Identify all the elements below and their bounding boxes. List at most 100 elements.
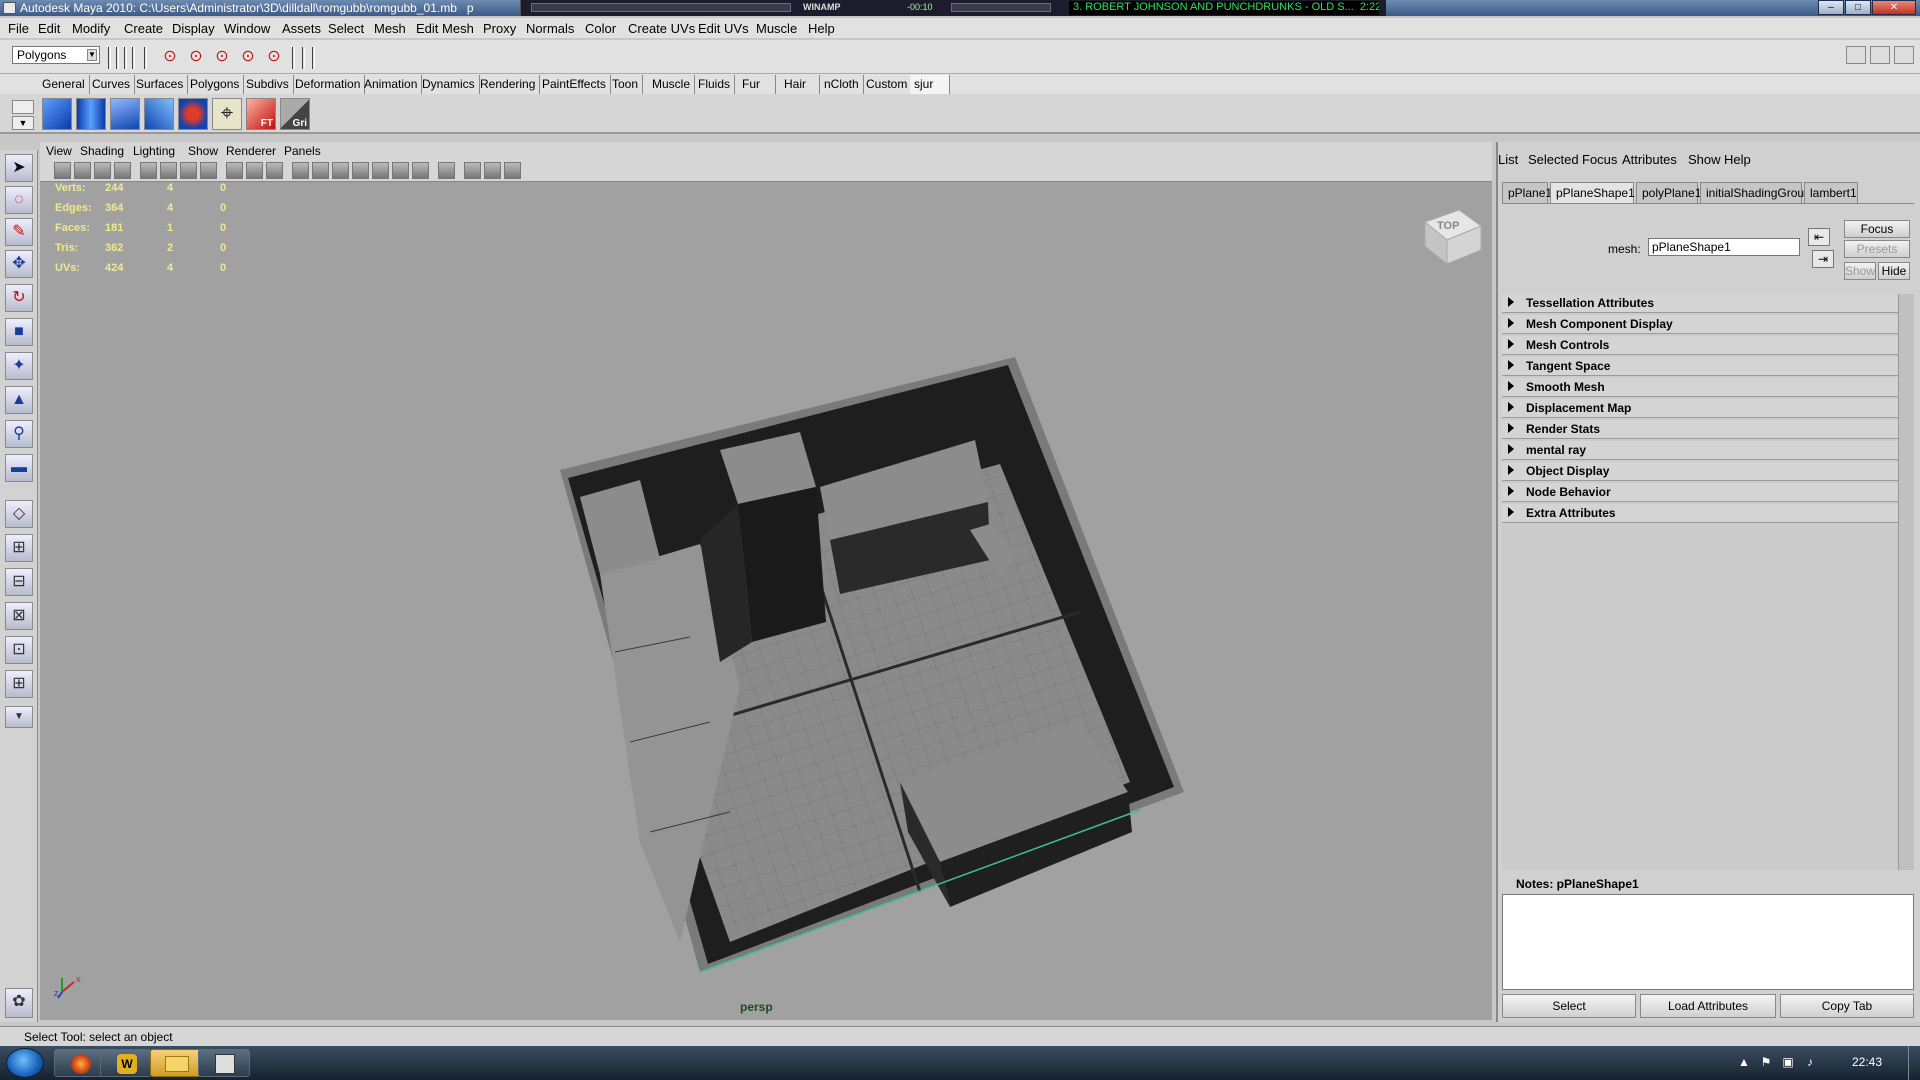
move-tool-icon[interactable]: ✥ bbox=[5, 250, 33, 278]
firefox-icon[interactable] bbox=[54, 1049, 106, 1077]
shelf-tab-toon[interactable]: Toon bbox=[608, 75, 644, 94]
menu-edit[interactable]: Edit bbox=[38, 21, 60, 36]
section-displacement-map[interactable]: Displacement Map bbox=[1502, 399, 1898, 418]
status-separator[interactable] bbox=[312, 47, 315, 69]
winamp-icon[interactable]: W bbox=[100, 1049, 152, 1077]
shelf-tab-custom[interactable]: Custom bbox=[862, 75, 913, 94]
textured-icon[interactable] bbox=[352, 162, 369, 179]
menu-mesh[interactable]: Mesh bbox=[374, 21, 406, 36]
ae-menu-help[interactable]: Help bbox=[1724, 152, 1751, 167]
rotate-tool-icon[interactable]: ↻ bbox=[5, 284, 33, 312]
copy-tab-button[interactable]: Copy Tab bbox=[1780, 994, 1914, 1018]
action-center-flag-icon[interactable]: ⚑ bbox=[1758, 1055, 1774, 1071]
single-pane-layout-icon[interactable]: ◇ bbox=[5, 500, 33, 528]
section-tangent-space[interactable]: Tangent Space bbox=[1502, 357, 1898, 376]
shelf-tab-fur[interactable]: Fur bbox=[738, 75, 776, 94]
menu-muscle[interactable]: Muscle bbox=[756, 21, 797, 36]
menu-file[interactable]: File bbox=[8, 21, 29, 36]
focus-input-icon[interactable]: ⇤ bbox=[1808, 228, 1830, 246]
shelf-menu-chevron-icon[interactable]: ▼ bbox=[12, 116, 34, 130]
viewport-menu-shading[interactable]: Shading bbox=[80, 144, 124, 158]
winamp-controls[interactable] bbox=[951, 3, 1051, 12]
use-all-lights-icon[interactable] bbox=[372, 162, 389, 179]
shelf-tab-painteffects[interactable]: PaintEffects bbox=[538, 75, 611, 94]
view-cube[interactable]: TOP bbox=[1417, 200, 1487, 273]
ae-menu-focus[interactable]: Focus bbox=[1582, 152, 1617, 167]
combine-icon[interactable] bbox=[178, 98, 208, 130]
shelf-tab-curves[interactable]: Curves bbox=[88, 75, 136, 94]
shelf-scrollbar[interactable] bbox=[1900, 98, 1912, 128]
mode-select[interactable]: Polygons ▼ bbox=[12, 46, 100, 64]
xray-joints-icon[interactable] bbox=[484, 162, 501, 179]
resolution-gate-icon[interactable] bbox=[180, 162, 197, 179]
show-manip-tool-icon[interactable]: ⚲ bbox=[5, 420, 33, 448]
film-gate-icon[interactable] bbox=[160, 162, 177, 179]
notes-textarea[interactable] bbox=[1502, 894, 1914, 990]
tab-pplane1[interactable]: pPlane1 bbox=[1502, 182, 1552, 203]
outliner-layout-icon[interactable]: ⊞ bbox=[5, 670, 33, 698]
tab-initialshadinggroup[interactable]: initialShadingGroup bbox=[1700, 182, 1811, 203]
layout-menu-chevron-icon[interactable]: ▼ bbox=[5, 706, 33, 728]
viewport-menu-lighting[interactable]: Lighting bbox=[133, 144, 175, 158]
persp-outliner-layout-icon[interactable]: ⊟ bbox=[5, 568, 33, 596]
shelf-tab-ncloth[interactable]: nCloth bbox=[820, 75, 864, 94]
backface-culling-icon[interactable] bbox=[504, 162, 521, 179]
load-attributes-button[interactable]: Load Attributes bbox=[1640, 994, 1776, 1018]
status-separator[interactable] bbox=[292, 47, 295, 69]
winamp-seek-bar[interactable] bbox=[531, 3, 791, 12]
section-node-behavior[interactable]: Node Behavior bbox=[1502, 483, 1898, 502]
section-tessellation-attributes[interactable]: Tessellation Attributes bbox=[1502, 294, 1898, 313]
menu-window[interactable]: Window bbox=[224, 21, 270, 36]
high-quality-icon[interactable] bbox=[412, 162, 429, 179]
ae-menu-list[interactable]: List bbox=[1498, 152, 1518, 167]
universal-manip-icon[interactable]: ✦ bbox=[5, 352, 33, 380]
ae-menu-attributes[interactable]: Attributes bbox=[1622, 152, 1677, 167]
viewport-menu-renderer[interactable]: Renderer bbox=[226, 144, 276, 158]
status-separator[interactable] bbox=[144, 47, 147, 69]
menu-color[interactable]: Color bbox=[585, 21, 616, 36]
viewport-menu-panels[interactable]: Panels bbox=[284, 144, 321, 158]
shelf-tab-polygons[interactable]: Polygons bbox=[186, 75, 245, 94]
perspective-viewport[interactable]: Verts: 244 4 0 Edges: 364 4 0 Faces: 181… bbox=[40, 182, 1492, 1020]
section-mental-ray[interactable]: mental ray bbox=[1502, 441, 1898, 460]
section-object-display[interactable]: Object Display bbox=[1502, 462, 1898, 481]
lasso-tool-icon[interactable]: ◌ bbox=[5, 186, 33, 214]
shadows-icon[interactable] bbox=[392, 162, 409, 179]
extrude-icon[interactable] bbox=[144, 98, 174, 130]
presets-button[interactable]: Presets bbox=[1844, 240, 1910, 258]
shelf-tab-subdivs[interactable]: Subdivs bbox=[242, 75, 294, 94]
shelf-tab-sjur[interactable]: sjur bbox=[910, 75, 950, 94]
minimize-icon[interactable]: – bbox=[1818, 0, 1844, 15]
shelf-tab-hair[interactable]: Hair bbox=[780, 75, 820, 94]
winamp-toolbar[interactable]: WINAMP -00:10 3. ROBERT JOHNSON AND PUNC… bbox=[520, 0, 1386, 16]
section-mesh-component-display[interactable]: Mesh Component Display bbox=[1502, 315, 1898, 334]
camera-attributes-icon[interactable] bbox=[74, 162, 91, 179]
status-separator[interactable] bbox=[124, 47, 127, 69]
room-model[interactable] bbox=[40, 182, 1492, 1020]
soft-mod-tool-icon[interactable]: ▲ bbox=[5, 386, 33, 414]
shelf-tab-rendering[interactable]: Rendering bbox=[476, 75, 541, 94]
smooth-shade-icon[interactable] bbox=[312, 162, 329, 179]
show-hide-channel-box-icon[interactable] bbox=[1846, 46, 1866, 64]
poly-cube-icon[interactable] bbox=[42, 98, 72, 130]
snap-live-icon[interactable]: ⊙ bbox=[264, 46, 284, 66]
shelf-tab-deformation[interactable]: Deformation bbox=[291, 75, 366, 94]
maya-icon[interactable] bbox=[198, 1049, 250, 1077]
persp-graph-layout-icon[interactable]: ⊠ bbox=[5, 602, 33, 630]
safe-action-icon[interactable] bbox=[246, 162, 263, 179]
shelf-tab-animation[interactable]: Animation bbox=[360, 75, 423, 94]
menu-modify[interactable]: Modify bbox=[72, 21, 110, 36]
menu-assets[interactable]: Assets bbox=[282, 21, 321, 36]
menu-edit-uvs[interactable]: Edit UVs bbox=[698, 21, 749, 36]
shelf-tab-fluids[interactable]: Fluids bbox=[694, 75, 736, 94]
taskbar-clock[interactable]: 22:43 bbox=[1852, 1055, 1882, 1069]
status-separator[interactable] bbox=[132, 47, 135, 69]
menu-edit-mesh[interactable]: Edit Mesh bbox=[416, 21, 474, 36]
mesh-name-field[interactable]: pPlaneShape1 bbox=[1648, 238, 1800, 256]
section-extra-attributes[interactable]: Extra Attributes bbox=[1502, 504, 1898, 523]
safe-title-icon[interactable] bbox=[266, 162, 283, 179]
xray-icon[interactable] bbox=[464, 162, 481, 179]
snap-icon[interactable]: ⌖ bbox=[212, 98, 242, 130]
section-render-stats[interactable]: Render Stats bbox=[1502, 420, 1898, 439]
ft-icon[interactable]: FT bbox=[246, 98, 276, 130]
